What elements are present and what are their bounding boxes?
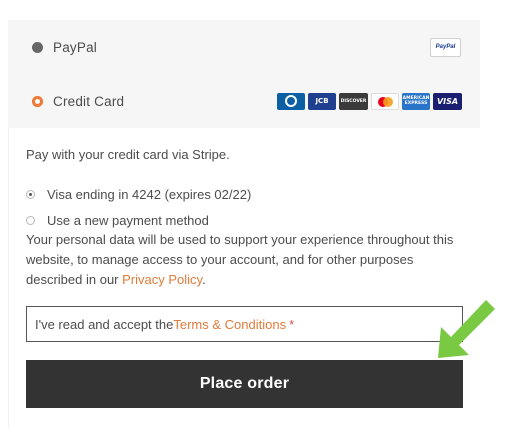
privacy-end: .: [202, 272, 206, 287]
jcb-icon: JCB: [308, 92, 336, 110]
privacy-policy-link[interactable]: Privacy Policy: [122, 272, 202, 287]
saved-card-option[interactable]: Visa ending in 4242 (expires 02/22): [26, 187, 251, 202]
visa-icon: VISA: [433, 92, 462, 110]
diners-club-icon: [277, 92, 305, 110]
credit-card-radio[interactable]: [32, 95, 43, 107]
saved-card-label: Visa ending in 4242 (expires 02/22): [47, 187, 252, 202]
required-mark: *: [289, 316, 295, 332]
credit-card-label: Credit Card: [53, 93, 125, 109]
privacy-text: Your personal data will be used to suppo…: [26, 232, 454, 287]
paypal-label: PayPal: [53, 39, 97, 55]
terms-link[interactable]: Terms & Conditions: [173, 317, 286, 332]
paypal-radio[interactable]: [32, 41, 43, 53]
green-arrow-icon: [438, 300, 495, 358]
saved-card-radio[interactable]: [26, 190, 35, 199]
paypal-logo-icon: PayPal: [430, 37, 461, 57]
amex-icon: AMERICAN EXPRESS: [402, 92, 430, 110]
privacy-notice: Your personal data will be used to suppo…: [26, 230, 466, 290]
stripe-description: Pay with your credit card via Stripe.: [26, 147, 230, 162]
payment-method-paypal[interactable]: PayPal PayPal: [8, 20, 480, 74]
new-payment-method-option[interactable]: Use a new payment method: [26, 213, 209, 228]
terms-checkbox-field[interactable]: I've read and accept the Terms & Conditi…: [26, 306, 463, 342]
terms-prefix: I've read and accept the: [35, 316, 174, 332]
new-payment-method-radio[interactable]: [26, 216, 35, 225]
card-brand-icons: JCB DISCOVER AMERICAN EXPRESS VISA: [277, 92, 462, 110]
new-payment-method-label: Use a new payment method: [47, 213, 209, 228]
mastercard-icon: [371, 92, 399, 110]
place-order-button[interactable]: Place order: [26, 360, 463, 408]
payment-method-credit-card[interactable]: Credit Card JCB DISCOVER AMERICAN EXPRES…: [8, 74, 480, 128]
discover-icon: DISCOVER: [339, 92, 368, 110]
